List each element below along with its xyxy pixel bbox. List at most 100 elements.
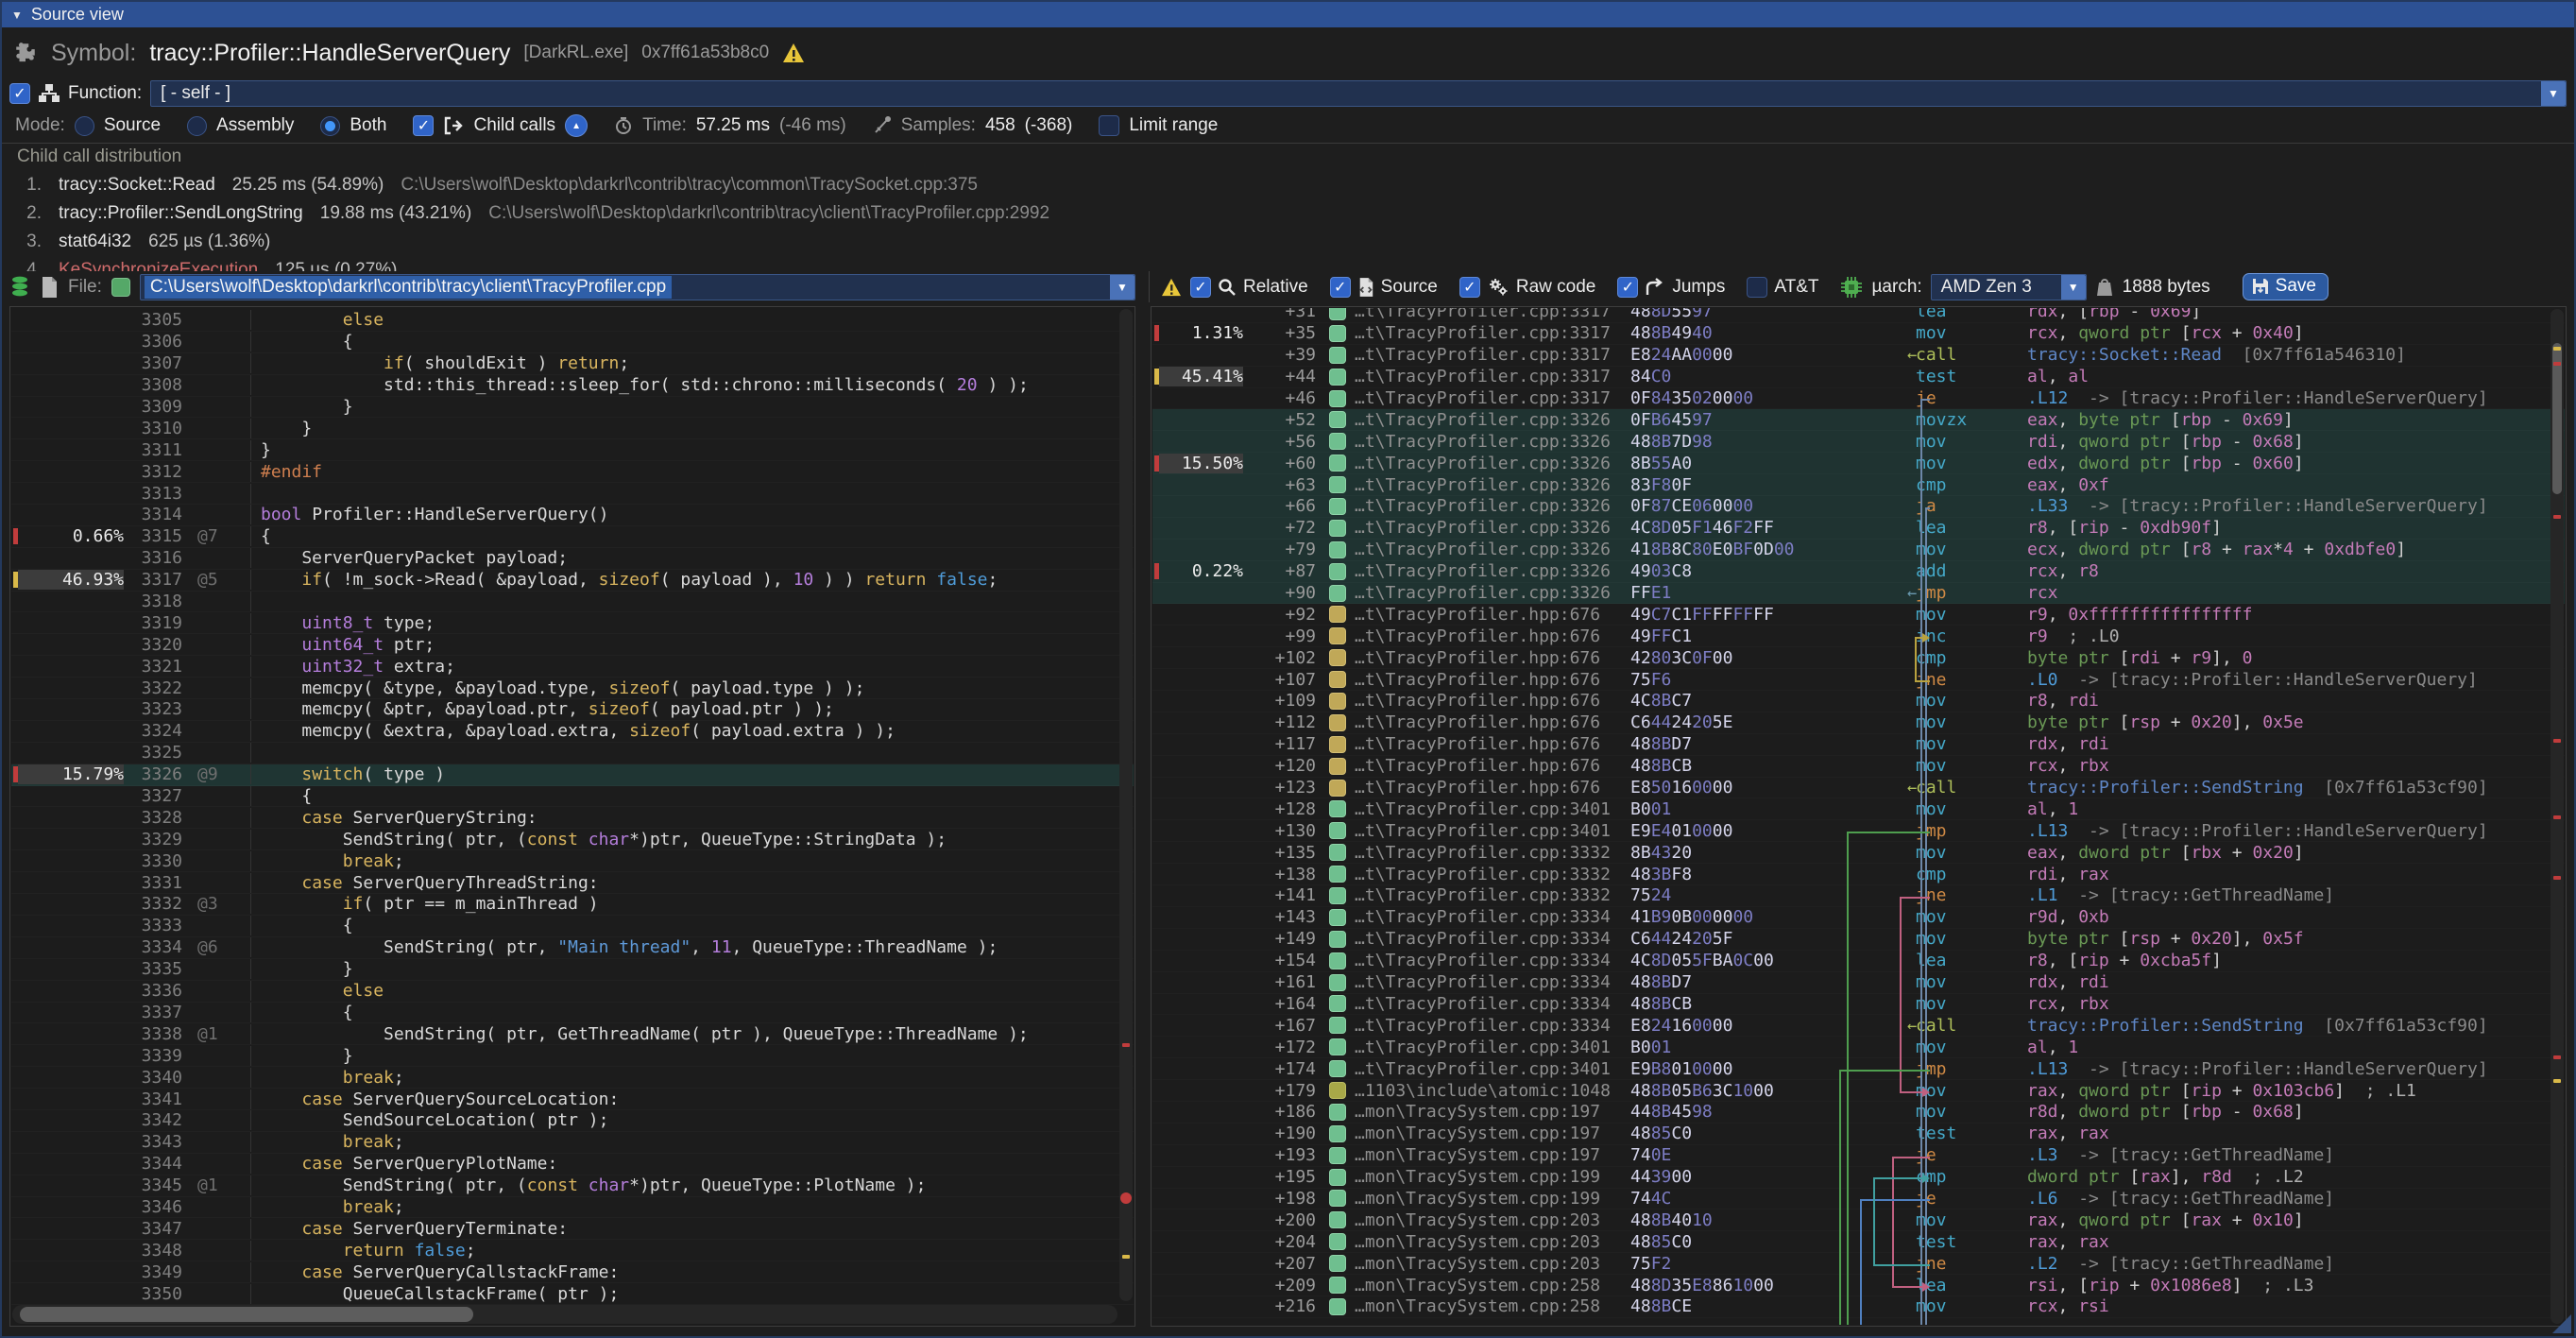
asm-source-location[interactable]: …t\TracyProfiler.cpp:3317 [1355, 367, 1630, 386]
source-line[interactable]: 3328 case ServerQueryString: [11, 807, 1134, 829]
asm-row[interactable]: +117…t\TracyProfiler.hpp:676488BD7movrdx… [1152, 734, 2565, 756]
asm-row[interactable]: +46…t\TracyProfiler.cpp:33170F8435020000… [1152, 388, 2565, 410]
asm-row[interactable]: +154…t\TracyProfiler.cpp:33344C8D055FBA0… [1152, 951, 2565, 972]
uarch-select[interactable]: AMD Zen 3 ▼ [1931, 274, 2087, 300]
asm-row[interactable]: +179…1103\include\atomic:1048488B05B63C1… [1152, 1080, 2565, 1102]
asm-source-location[interactable]: …1103\include\atomic:1048 [1355, 1081, 1630, 1101]
radio-source[interactable] [75, 116, 94, 136]
asm-row[interactable]: +112…t\TracyProfiler.hpp:676C64424205Emo… [1152, 712, 2565, 734]
jumps-checkbox[interactable]: ✓ [1617, 277, 1638, 298]
chevron-down-icon[interactable]: ▼ [2541, 81, 2566, 106]
asm-row[interactable]: +207…mon\TracySystem.cpp:20375F2jne.L2 -… [1152, 1253, 2565, 1275]
raw-code-checkbox[interactable]: ✓ [1459, 277, 1480, 298]
source-line[interactable]: 3320 uint64_t ptr; [11, 634, 1134, 656]
child-call-name[interactable]: tracy::Socket::Read [59, 175, 215, 196]
asm-row[interactable]: +200…mon\TracySystem.cpp:203488B4010movr… [1152, 1209, 2565, 1231]
asm-row[interactable]: +174…t\TracyProfiler.cpp:3401E9B8010000j… [1152, 1058, 2565, 1080]
radio-assembly[interactable] [187, 116, 207, 136]
function-checkbox[interactable]: ✓ [9, 83, 30, 104]
asm-source-location[interactable]: …t\TracyProfiler.hpp:676 [1355, 605, 1630, 625]
att-checkbox[interactable] [1747, 277, 1767, 298]
source-line[interactable]: 3323 memcpy( &ptr, &payload.ptr, sizeof(… [11, 699, 1134, 721]
source-line[interactable]: 46.93%3317@5 if( !m_sock->Read( &payload… [11, 570, 1134, 592]
source-line[interactable]: 3321 uint32_t extra; [11, 656, 1134, 678]
chevron-down-icon[interactable]: ▼ [2061, 275, 2086, 300]
asm-row[interactable]: +130…t\TracyProfiler.cpp:3401E9E4010000j… [1152, 820, 2565, 842]
asm-source-location[interactable]: …t\TracyProfiler.cpp:3326 [1355, 475, 1630, 495]
asm-row[interactable]: +190…mon\TracySystem.cpp:1974885C0testra… [1152, 1124, 2565, 1145]
source-line[interactable]: 3332@3 if( ptr == m_mainThread ) [11, 894, 1134, 916]
function-select[interactable]: [ - self - ] ▼ [150, 80, 2567, 107]
assembly-vertical-scrollbar[interactable] [2550, 309, 2564, 1324]
source-line[interactable]: 3345@1 SendString( ptr, (const char*)ptr… [11, 1175, 1134, 1197]
asm-row[interactable]: +141…t\TracyProfiler.cpp:33327524jne.L1 … [1152, 885, 2565, 907]
asm-source-location[interactable]: …t\TracyProfiler.cpp:3326 [1355, 496, 1630, 516]
source-line[interactable]: 15.79%3326@9 switch( type ) [11, 764, 1134, 786]
asm-row[interactable]: +186…mon\TracySystem.cpp:197448B4598movr… [1152, 1102, 2565, 1124]
child-call-item[interactable]: 2.tracy::Profiler::SendLongString19.88 m… [17, 203, 1049, 224]
asm-row[interactable]: +31…t\TracyProfiler.cpp:3317488D5597lear… [1152, 308, 2565, 323]
source-line[interactable]: 3314bool Profiler::HandleServerQuery() [11, 505, 1134, 526]
source-vertical-scrollbar[interactable] [1119, 309, 1133, 1301]
asm-row[interactable]: +102…t\TracyProfiler.hpp:67642803C0F00cm… [1152, 647, 2565, 669]
scrollbar-thumb[interactable] [2552, 343, 2562, 494]
asm-source-location[interactable]: …t\TracyProfiler.hpp:676 [1355, 734, 1630, 754]
asm-source-location[interactable]: …t\TracyProfiler.cpp:3317 [1355, 308, 1630, 321]
source-line[interactable]: 3305 else [11, 310, 1134, 332]
child-call-item[interactable]: 1.tracy::Socket::Read25.25 ms (54.89%)C:… [17, 175, 978, 196]
source-line[interactable]: 3330 break; [11, 850, 1134, 872]
asm-row[interactable]: +79…t\TracyProfiler.cpp:3326418B8C80E0BF… [1152, 540, 2565, 561]
source-line[interactable]: 3308 std::this_thread::sleep_for( std::c… [11, 375, 1134, 397]
asm-source-location[interactable]: …t\TracyProfiler.cpp:3332 [1355, 843, 1630, 863]
source-line[interactable]: 0.66%3315@7{ [11, 526, 1134, 548]
source-line[interactable]: 3341 case ServerQuerySourceLocation: [11, 1089, 1134, 1110]
asm-row[interactable]: +167…t\TracyProfiler.cpp:3334E824160000c… [1152, 1015, 2565, 1037]
asm-source-location[interactable]: …mon\TracySystem.cpp:199 [1355, 1189, 1630, 1209]
source-line[interactable]: 3349 case ServerQueryCallstackFrame: [11, 1261, 1134, 1283]
asm-source-location[interactable]: …t\TracyProfiler.cpp:3334 [1355, 972, 1630, 992]
asm-row[interactable]: +128…t\TracyProfiler.cpp:3401B001moval, … [1152, 798, 2565, 820]
source-line[interactable]: 3316 ServerQueryPacket payload; [11, 548, 1134, 570]
source-horizontal-scrollbar[interactable] [12, 1305, 1117, 1324]
asm-row[interactable]: 1.31%+35…t\TracyProfiler.cpp:3317488B494… [1152, 323, 2565, 345]
asm-source-location[interactable]: …t\TracyProfiler.cpp:3317 [1355, 345, 1630, 365]
asm-row[interactable]: 45.41%+44…t\TracyProfiler.cpp:331784C0te… [1152, 367, 2565, 388]
asm-source-location[interactable]: …t\TracyProfiler.cpp:3332 [1355, 865, 1630, 884]
asm-source-location[interactable]: …t\TracyProfiler.hpp:676 [1355, 778, 1630, 798]
asm-row[interactable]: +90…t\TracyProfiler.cpp:3326FFE1jmprcx [1152, 583, 2565, 605]
source-line[interactable]: 3336 else [11, 981, 1134, 1003]
asm-source-location[interactable]: …mon\TracySystem.cpp:203 [1355, 1210, 1630, 1230]
source-line[interactable]: 3329 SendString( ptr, (const char*)ptr, … [11, 829, 1134, 850]
source-line[interactable]: 3312#endif [11, 461, 1134, 483]
asm-source-location[interactable]: …t\TracyProfiler.hpp:676 [1355, 626, 1630, 646]
radio-both[interactable] [320, 116, 340, 136]
asm-source-location[interactable]: …t\TracyProfiler.cpp:3334 [1355, 994, 1630, 1014]
child-call-name[interactable]: KeSynchronizeExecution [59, 260, 258, 271]
asm-source-location[interactable]: …t\TracyProfiler.cpp:3401 [1355, 1038, 1630, 1057]
source-checkbox[interactable]: ✓ [1330, 277, 1351, 298]
source-line[interactable]: 3344 case ServerQueryPlotName: [11, 1154, 1134, 1175]
asm-row[interactable]: +164…t\TracyProfiler.cpp:3334488BCBmovrc… [1152, 994, 2565, 1016]
asm-row[interactable]: +143…t\TracyProfiler.cpp:333441B90B00000… [1152, 907, 2565, 929]
asm-row[interactable]: +193…mon\TracySystem.cpp:197740Eje.L3 ->… [1152, 1145, 2565, 1167]
asm-row[interactable]: +172…t\TracyProfiler.cpp:3401B001moval, … [1152, 1037, 2565, 1058]
source-line[interactable]: 3310 } [11, 418, 1134, 439]
source-line[interactable]: 3311} [11, 439, 1134, 461]
source-line[interactable]: 3347 case ServerQueryTerminate: [11, 1218, 1134, 1240]
source-line[interactable]: 3335 } [11, 959, 1134, 981]
source-line[interactable]: 3327 { [11, 786, 1134, 808]
asm-row[interactable]: +209…mon\TracySystem.cpp:258488D35E88610… [1152, 1275, 2565, 1296]
relative-checkbox[interactable]: ✓ [1190, 277, 1211, 298]
source-line[interactable]: 3307 if( shouldExit ) return; [11, 353, 1134, 375]
resize-grip[interactable] [2552, 1314, 2571, 1333]
asm-source-location[interactable]: …t\TracyProfiler.cpp:3334 [1355, 929, 1630, 949]
asm-source-location[interactable]: …t\TracyProfiler.cpp:3326 [1355, 561, 1630, 581]
child-call-item[interactable]: 3.stat64i32625 µs (1.36%) [17, 232, 270, 252]
asm-source-location[interactable]: …t\TracyProfiler.hpp:676 [1355, 712, 1630, 732]
child-call-name[interactable]: tracy::Profiler::SendLongString [59, 203, 303, 224]
limit-range-checkbox[interactable] [1099, 115, 1119, 136]
asm-source-location[interactable]: …t\TracyProfiler.cpp:3326 [1355, 540, 1630, 559]
source-line[interactable]: 3348 return false; [11, 1240, 1134, 1261]
asm-source-location[interactable]: …t\TracyProfiler.hpp:676 [1355, 756, 1630, 776]
source-line[interactable]: 3322 memcpy( &type, &payload.type, sizeo… [11, 678, 1134, 699]
